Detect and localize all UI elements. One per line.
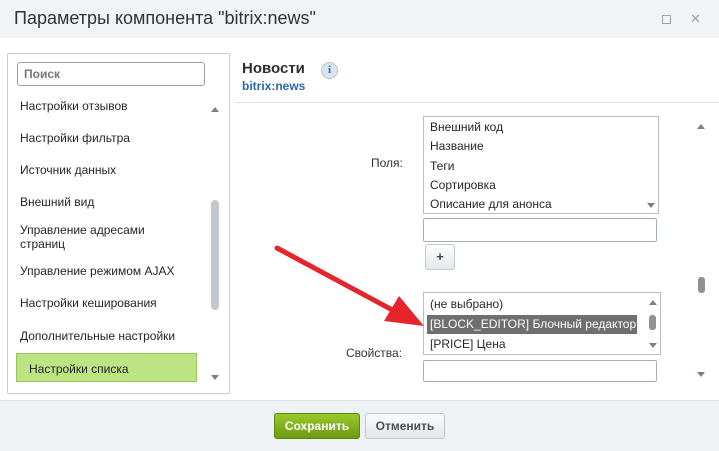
callout-arrow <box>274 245 424 326</box>
cancel-button[interactable]: Отменить <box>365 413 445 439</box>
component-settings-dialog: Параметры компонента "bitrix:news" ✕ Нас… <box>0 0 719 451</box>
save-button[interactable]: Сохранить <box>274 413 360 439</box>
